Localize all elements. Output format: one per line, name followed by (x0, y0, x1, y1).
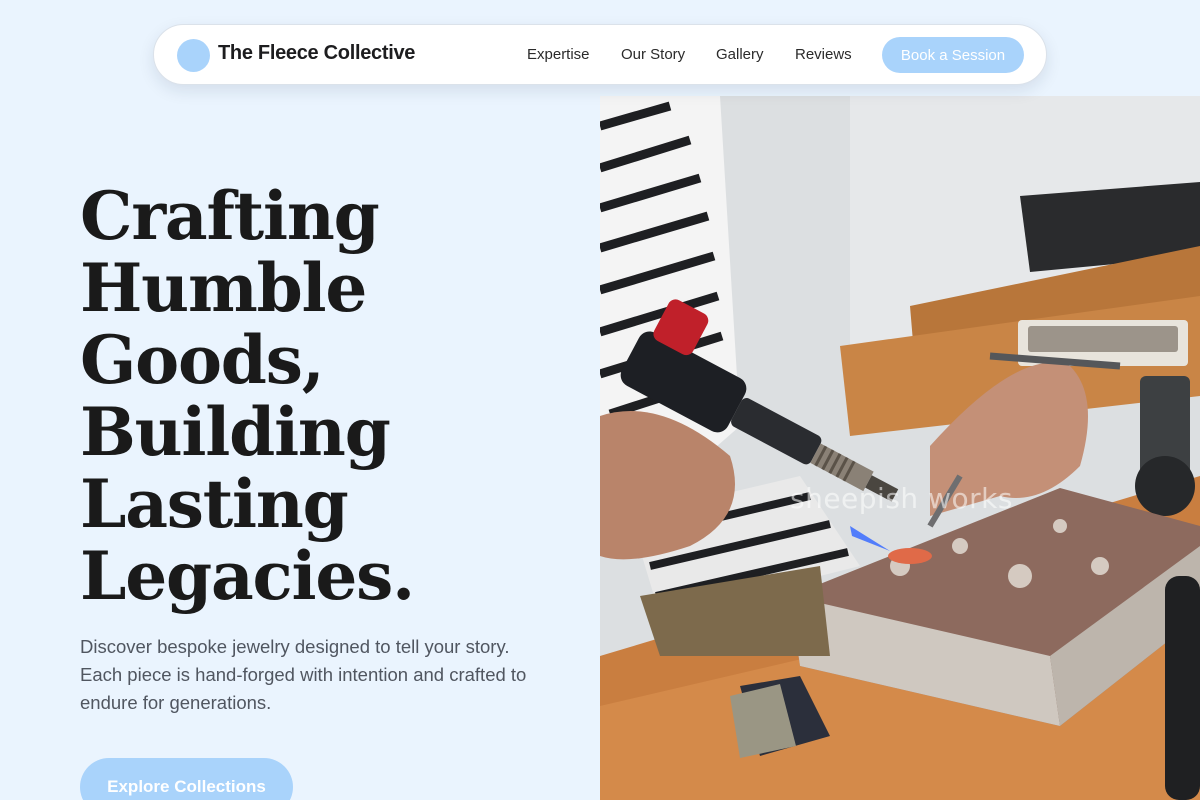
explore-collections-button[interactable]: Explore Collections (80, 758, 293, 800)
brand-name[interactable]: The Fleece Collective (218, 42, 415, 65)
brand-logo-icon[interactable] (177, 39, 210, 72)
hero-title-line: Building (80, 393, 391, 471)
hero-title-line: Humble (80, 249, 367, 327)
nav-link-gallery[interactable]: Gallery (716, 46, 764, 63)
hero-title-line: Goods, (80, 321, 325, 399)
top-navigation: The Fleece Collective Expertise Our Stor… (153, 24, 1047, 85)
hero-title: Crafting Humble Goods, Building Lasting … (80, 180, 580, 612)
hero-title-line: Lasting (80, 465, 349, 543)
jeweler-soldering-photo-icon (600, 96, 1200, 800)
nav-link-expertise[interactable]: Expertise (527, 46, 590, 63)
hero-title-line: Crafting (80, 177, 380, 255)
hero-subtitle: Discover bespoke jewelry designed to tel… (80, 636, 527, 713)
hero-title-line: Legacies. (80, 537, 415, 615)
nav-link-our-story[interactable]: Our Story (621, 46, 685, 63)
hero-image: sheepish works (600, 96, 1200, 800)
book-session-button[interactable]: Book a Session (882, 37, 1024, 73)
image-watermark: sheepish works (790, 482, 1013, 515)
nav-link-reviews[interactable]: Reviews (795, 46, 852, 63)
